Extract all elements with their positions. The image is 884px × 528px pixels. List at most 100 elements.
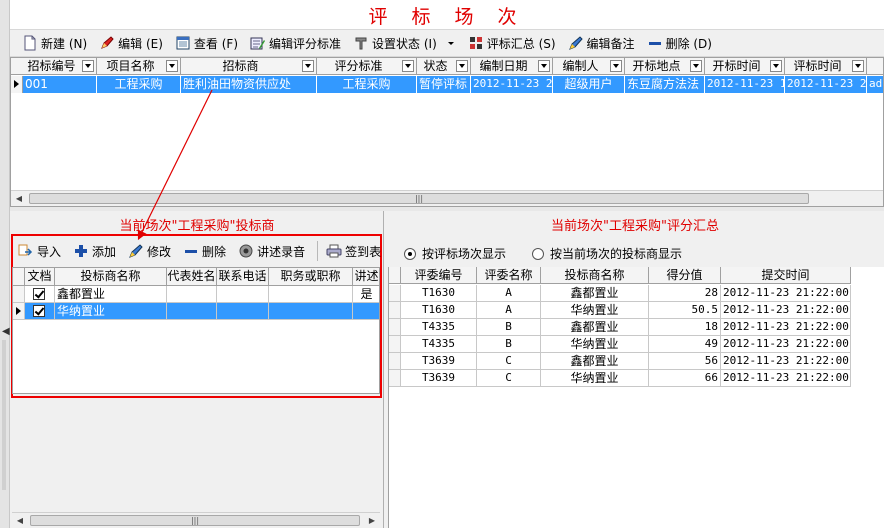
- column-header[interactable]: 编制人: [553, 58, 625, 75]
- table-row[interactable]: 001 工程采购 胜利油田物资供应处 工程采购 暂停评标 2012-11-23 …: [11, 76, 883, 93]
- sign-in-sheet-button[interactable]: 签到表: [322, 240, 385, 262]
- score-cell: A: [477, 302, 541, 319]
- view-button[interactable]: 查看 (F): [171, 32, 242, 54]
- score-cell: 56: [649, 353, 721, 370]
- bidder-name-cell: 鑫都置业: [55, 286, 167, 303]
- speaker-icon: [238, 243, 254, 259]
- filter-dropdown-icon: [456, 60, 468, 72]
- column-header[interactable]: 职务或职称: [269, 268, 353, 286]
- row-indicator-icon: [13, 303, 25, 320]
- column-header[interactable]: 评分标准: [317, 58, 417, 75]
- edit-scoring-icon: [250, 35, 266, 51]
- column-header[interactable]: 评委名称: [477, 267, 541, 284]
- edit-note-button[interactable]: 编辑备注: [564, 32, 639, 54]
- score-summary-panel: 当前场次"工程采购"评分汇总 按评标场次显示 按当前场次的投标商显示 评委编号评…: [386, 211, 884, 528]
- filter-dropdown-icon: [690, 60, 702, 72]
- score-cell: T3639: [401, 353, 477, 370]
- column-header[interactable]: 招标编号: [23, 58, 97, 75]
- score-cell: 华纳置业: [541, 336, 649, 353]
- score-cell: A: [477, 285, 541, 302]
- edge-scrollbar[interactable]: [2, 340, 6, 490]
- add-button[interactable]: 添加: [69, 240, 120, 262]
- column-header[interactable]: 编制日期: [471, 58, 553, 75]
- score-cell: C: [477, 370, 541, 387]
- minus-icon: [183, 243, 199, 259]
- new-doc-icon: [22, 35, 38, 51]
- column-header[interactable]: 状态: [417, 58, 471, 75]
- title-cell: [269, 286, 353, 303]
- pencil-icon: [99, 35, 115, 51]
- score-cell: T3639: [401, 370, 477, 387]
- row-indicator: [389, 302, 401, 319]
- left-edge-strip: ◀: [0, 0, 10, 528]
- filter-dropdown-icon: [302, 60, 314, 72]
- column-header[interactable]: 得分值: [649, 267, 721, 284]
- document-checkbox[interactable]: [25, 303, 55, 320]
- column-header[interactable]: 评标时间: [785, 58, 867, 75]
- column-header[interactable]: 文档: [25, 268, 55, 286]
- modify-button[interactable]: 修改: [124, 240, 175, 262]
- column-header[interactable]: 开标地点: [625, 58, 705, 75]
- rounds-grid-header: 招标编号 项目名称 招标商 评分标准 状态 编制日期 编制人 开标地点 开标时间…: [11, 58, 883, 75]
- row-indicator: [389, 319, 401, 336]
- column-header[interactable]: 投标商名称: [55, 268, 167, 286]
- score-cell: 2012-11-23 21:22:00: [721, 285, 851, 302]
- edit-scoring-button[interactable]: 编辑评分标准: [246, 32, 345, 54]
- score-cell: 2012-11-23 21:22:00: [721, 319, 851, 336]
- checkbox-checked-icon: [33, 288, 45, 300]
- radio-by-round[interactable]: [404, 247, 416, 260]
- filter-dropdown-icon: [538, 60, 550, 72]
- edit-button[interactable]: 编辑 (E): [95, 32, 167, 54]
- new-button[interactable]: 新建 (N): [18, 32, 91, 54]
- scroll-thumb: |||: [29, 193, 809, 204]
- score-cell: 2012-11-23 21:22:00: [721, 353, 851, 370]
- pen-icon: [568, 35, 584, 51]
- scroll-right-icon: ▶: [368, 516, 376, 525]
- score-cell: 华纳置业: [541, 370, 649, 387]
- radio-by-bidder[interactable]: [532, 247, 545, 260]
- column-header: [389, 267, 401, 284]
- printer-icon: [326, 243, 342, 259]
- rounds-grid-hscrollbar[interactable]: ◀ |||: [11, 190, 883, 206]
- column-header[interactable]: 开标时间: [705, 58, 785, 75]
- document-checkbox[interactable]: [25, 286, 55, 303]
- minus-icon: [647, 35, 663, 51]
- column-header[interactable]: 项目名称: [97, 58, 181, 75]
- import-button[interactable]: 导入: [14, 240, 65, 262]
- bidders-panel-title: 当前场次"工程采购"投标商: [119, 219, 275, 234]
- bidders-hscrollbar[interactable]: ◀ ||| ▶: [12, 512, 380, 528]
- bidder-delete-button[interactable]: 删除: [179, 240, 230, 262]
- filter-dropdown-icon: [402, 60, 414, 72]
- score-cell: T1630: [401, 302, 477, 319]
- score-cell: 2012-11-23 21:22:00: [721, 336, 851, 353]
- delete-button[interactable]: 删除 (D): [643, 32, 716, 54]
- toolbar-separator: [317, 241, 319, 261]
- bidders-toolbar: 导入 添加 修改 删除 讲述录音 签到表: [14, 239, 389, 263]
- collapse-arrow-icon[interactable]: ◀: [2, 326, 10, 337]
- summary-button[interactable]: 评标汇总 (S): [464, 32, 560, 54]
- speech-recording-button[interactable]: 讲述录音: [234, 240, 309, 262]
- set-status-button[interactable]: 设置状态 (I): [349, 32, 441, 54]
- column-header[interactable]: 提交时间: [721, 267, 851, 284]
- row-indicator: [13, 286, 25, 303]
- grid-icon: [468, 35, 484, 51]
- score-cell: B: [477, 319, 541, 336]
- score-cell: 66: [649, 370, 721, 387]
- row-indicator: [389, 370, 401, 387]
- row-indicator: [389, 353, 401, 370]
- row-indicator-icon: [11, 76, 23, 93]
- rounds-grid: 招标编号 项目名称 招标商 评分标准 状态 编制日期 编制人 开标地点 开标时间…: [10, 57, 884, 207]
- column-header[interactable]: 代表姓名: [167, 268, 217, 286]
- column-header[interactable]: 评委编号: [401, 267, 477, 284]
- score-grid: 评委编号 评委名称 投标商名称 得分值 提交时间 T1630 A 鑫都置业 28 2012-11-…: [388, 267, 884, 528]
- title-bar: 评 标 场 次: [10, 0, 884, 30]
- column-header: [13, 268, 25, 286]
- column-header[interactable]: 招标商: [181, 58, 317, 75]
- column-header[interactable]: 投标商名称: [541, 267, 649, 284]
- column-header[interactable]: 讲述: [353, 268, 379, 286]
- rep-name-cell: [167, 303, 217, 320]
- score-cell: T1630: [401, 285, 477, 302]
- speech-cell: [353, 303, 379, 320]
- status-dropdown[interactable]: [445, 32, 460, 54]
- column-header[interactable]: 联系电话: [217, 268, 269, 286]
